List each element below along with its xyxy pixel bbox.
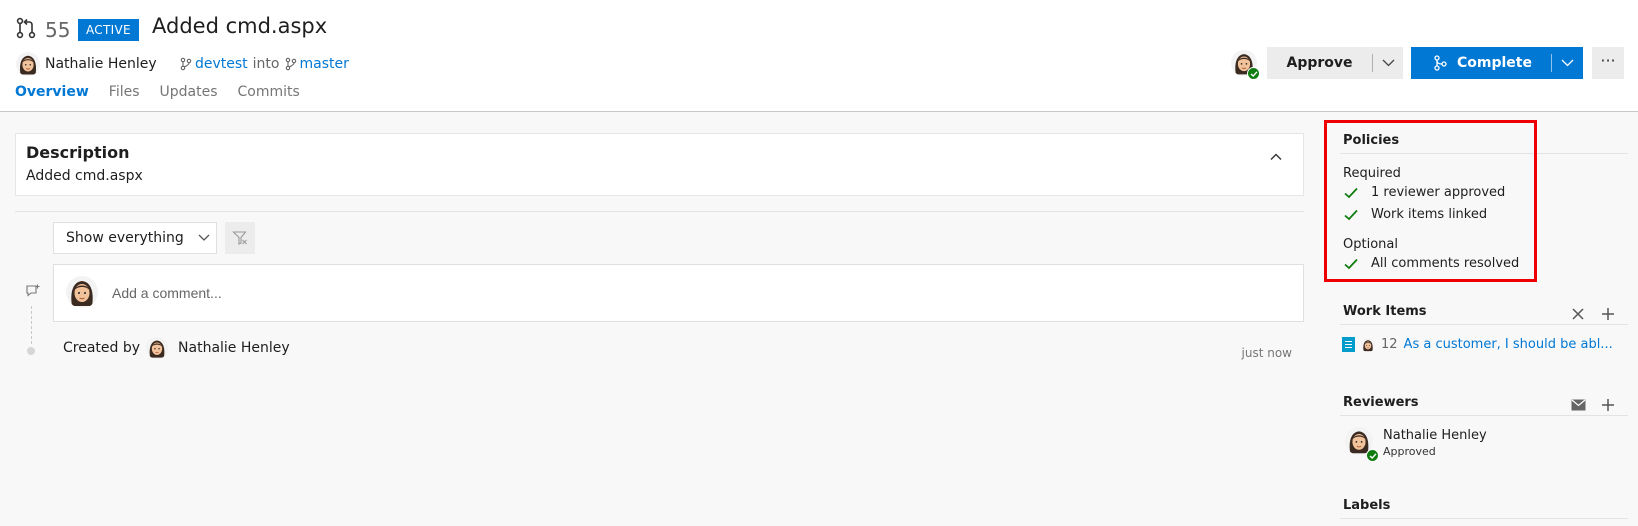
divider [1340,518,1628,519]
complete-button-label: Complete [1457,55,1532,71]
tab-commits[interactable]: Commits [238,84,300,108]
page-title: Added cmd.aspx [152,14,328,38]
merge-icon [1434,55,1447,71]
creator-name[interactable]: Nathalie Henley [178,340,290,356]
add-work-item-plus-icon[interactable] [1600,306,1616,322]
branch-icon [180,57,192,71]
user-story-icon [1342,337,1355,352]
target-branch-link[interactable]: master [300,56,349,72]
comment-thread-icon [26,284,40,297]
add-reviewer-plus-icon[interactable] [1600,397,1616,413]
reviewers-heading: Reviewers [1343,395,1419,410]
policies-highlight-box [1324,120,1537,282]
divider [1340,324,1628,325]
divider [15,211,1304,212]
description-heading: Description [26,143,130,162]
clear-filter-button[interactable] [225,222,255,254]
branch-info: devtest into master [180,56,349,72]
work-item-id: 12 [1381,337,1398,352]
chevron-down-icon [198,234,210,241]
created-timestamp: just now [1241,346,1292,360]
pull-request-icon [16,17,36,39]
timeline-dot [27,347,35,355]
tab-updates[interactable]: Updates [160,84,218,108]
approved-check-icon [1247,67,1260,80]
approved-check-icon [1366,449,1379,462]
tab-files[interactable]: Files [109,84,140,108]
labels-heading: Labels [1343,498,1391,513]
email-reviewers-mail-icon[interactable] [1570,397,1586,413]
description-card: Description Added cmd.aspx [15,133,1304,196]
source-branch-link[interactable]: devtest [195,56,248,72]
pr-tabs: Overview Files Updates Commits [15,84,300,108]
commenter-avatar [66,276,98,308]
reviewer-name[interactable]: Nathalie Henley [1383,428,1487,443]
created-event: Created by Nathalie Henley [63,337,290,359]
work-item-assignee-avatar [1361,338,1375,352]
creator-avatar [146,337,168,359]
approve-dropdown-chevron-icon[interactable] [1373,59,1403,67]
reviewer-vote-status: Approved [1383,445,1436,458]
complete-dropdown-chevron-icon[interactable] [1552,59,1583,67]
collapse-chevron-up-icon[interactable] [1267,148,1285,166]
activity-filter-value: Show everything [66,230,184,246]
author-avatar [16,52,40,76]
remove-work-item-close-icon[interactable] [1570,306,1586,322]
pr-header: 55 ACTIVE Added cmd.aspx Nathalie Henley… [0,0,1638,112]
branch-icon [285,57,296,71]
status-badge: ACTIVE [78,19,139,41]
work-item-row[interactable]: 12 As a customer, I should be abl... [1342,337,1613,352]
more-actions-button[interactable]: ··· [1592,47,1624,79]
work-items-heading: Work Items [1343,304,1427,319]
approve-button-label: Approve [1286,55,1353,71]
timeline-connector [31,306,32,344]
add-comment-input[interactable] [112,278,1012,308]
pr-id: 55 [45,18,71,42]
author-name[interactable]: Nathalie Henley [45,56,157,72]
approve-button[interactable]: Approve [1267,47,1403,79]
filter-clear-icon [232,231,247,245]
complete-button[interactable]: Complete [1411,47,1583,79]
divider [1340,415,1628,416]
new-comment-box [53,264,1304,322]
activity-filter-dropdown[interactable]: Show everything [53,222,217,254]
tab-overview[interactable]: Overview [15,84,89,108]
created-by-label: Created by [63,340,141,356]
into-label: into [252,56,280,72]
work-item-title-link[interactable]: As a customer, I should be abl... [1404,337,1613,352]
description-text: Added cmd.aspx [26,168,143,184]
